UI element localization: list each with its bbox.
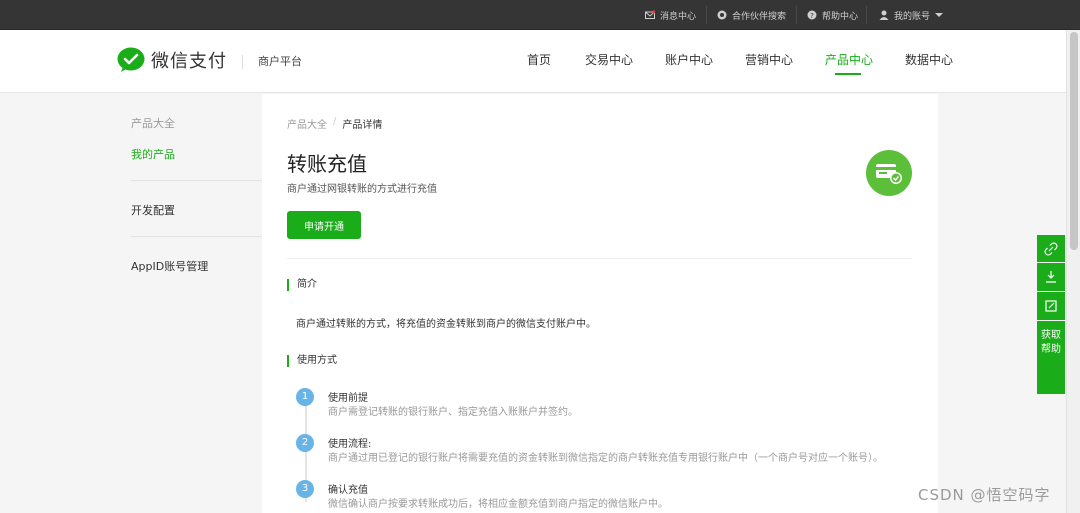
intro-text: 商户通过转账的方式，将充值的资金转账到商户的微信支付账户中。 <box>296 319 596 330</box>
page-scrollbar[interactable] <box>1066 30 1080 513</box>
help-center-link[interactable]: ? 帮助中心 <box>807 0 858 30</box>
user-icon <box>879 10 889 20</box>
search-icon <box>717 10 727 20</box>
transfer-recharge-icon <box>866 150 912 196</box>
divider <box>131 236 262 237</box>
intro-section-title: 简介 <box>287 279 317 291</box>
product-detail-panel: 产品大全 / 产品详情 转账充值 商户通过网银转账的方式进行充值 申请开通 简介… <box>262 94 938 513</box>
link-tool-button[interactable] <box>1037 235 1065 262</box>
main-header: 微信支付 商户平台 首页 交易中心 账户中心 营销中心 产品中心 数据中心 <box>0 30 1080 93</box>
nav-home[interactable]: 首页 <box>527 51 551 68</box>
sidebar-item-all-products[interactable]: 产品大全 <box>131 115 175 131</box>
step-title: 确认充值 <box>328 485 368 496</box>
logo-text: 微信支付 <box>151 51 227 72</box>
account-label: 我的账号 <box>894 11 931 22</box>
breadcrumb-root[interactable]: 产品大全 <box>287 116 327 131</box>
nav-marketing-center[interactable]: 营销中心 <box>745 51 793 68</box>
message-center-label: 消息中心 <box>660 11 697 22</box>
sidebar: 产品大全 我的产品 开发配置 AppID账号管理 <box>0 94 262 513</box>
sidebar-item-appid-management[interactable]: AppID账号管理 <box>131 258 208 274</box>
get-help-button[interactable]: 获取帮助 <box>1037 321 1065 394</box>
wechat-pay-logo[interactable]: 微信支付 <box>117 47 227 73</box>
breadcrumb-current: 产品详情 <box>342 120 383 131</box>
watermark-text: CSDN @悟空码字 <box>918 486 1051 504</box>
step-description: 商户通过用已登记的银行账户将需要充值的资金转账到微信指定的商户转账充值专用银行账… <box>328 453 883 464</box>
nav-data-center[interactable]: 数据中心 <box>905 51 953 68</box>
nav-account-center[interactable]: 账户中心 <box>665 51 713 68</box>
page-title: 转账充值 <box>287 152 367 176</box>
active-nav-indicator <box>835 73 861 75</box>
download-icon <box>1046 271 1056 283</box>
usage-section-title: 使用方式 <box>287 355 337 367</box>
step-title: 使用前提 <box>328 393 368 404</box>
scrollbar-thumb[interactable] <box>1070 32 1078 250</box>
step-number: 3 <box>296 480 314 498</box>
help-center-label: 帮助中心 <box>822 11 859 22</box>
top-utility-bar: 消息中心 合作伙伴搜索 ? 帮助中心 我的账号 <box>0 0 1080 30</box>
step-number: 1 <box>296 388 314 406</box>
sidebar-item-dev-config[interactable]: 开发配置 <box>131 202 175 218</box>
account-menu[interactable]: 我的账号 <box>879 0 944 30</box>
product-description: 商户通过网银转账的方式进行充值 <box>287 184 437 195</box>
mail-icon <box>645 10 655 19</box>
partner-search-label: 合作伙伴搜索 <box>732 11 787 22</box>
divider <box>287 258 912 259</box>
step-description: 商户需登记转账的银行账户、指定充值入账账户并签约。 <box>328 407 578 418</box>
link-icon <box>1044 241 1058 256</box>
sidebar-item-my-products[interactable]: 我的产品 <box>131 146 175 162</box>
step-number: 2 <box>296 434 314 452</box>
feedback-tool-button[interactable] <box>1037 292 1065 320</box>
step-title: 使用流程: <box>328 439 372 450</box>
download-tool-button[interactable] <box>1037 263 1065 291</box>
divider <box>706 6 707 24</box>
svg-text:?: ? <box>810 12 814 20</box>
divider <box>796 6 797 24</box>
divider <box>242 55 243 69</box>
breadcrumb-separator: / <box>333 116 337 127</box>
nav-trade-center[interactable]: 交易中心 <box>585 51 633 68</box>
help-icon: ? <box>807 10 817 20</box>
caret-down-icon <box>935 13 944 17</box>
message-center-link[interactable]: 消息中心 <box>645 0 696 30</box>
card-check-icon <box>876 164 902 184</box>
platform-name: 商户平台 <box>258 55 302 68</box>
partner-search-link[interactable]: 合作伙伴搜索 <box>717 0 786 30</box>
wechat-pay-icon <box>117 47 145 72</box>
breadcrumb: 产品大全 / 产品详情 <box>287 116 382 131</box>
nav-product-center[interactable]: 产品中心 <box>825 51 873 68</box>
edit-icon <box>1045 300 1057 312</box>
divider <box>866 6 867 24</box>
divider <box>131 180 262 181</box>
step-description: 微信确认商户按要求转账成功后，将相应金额充值到商户指定的微信账户中。 <box>328 499 668 510</box>
apply-button[interactable]: 申请开通 <box>287 211 361 239</box>
